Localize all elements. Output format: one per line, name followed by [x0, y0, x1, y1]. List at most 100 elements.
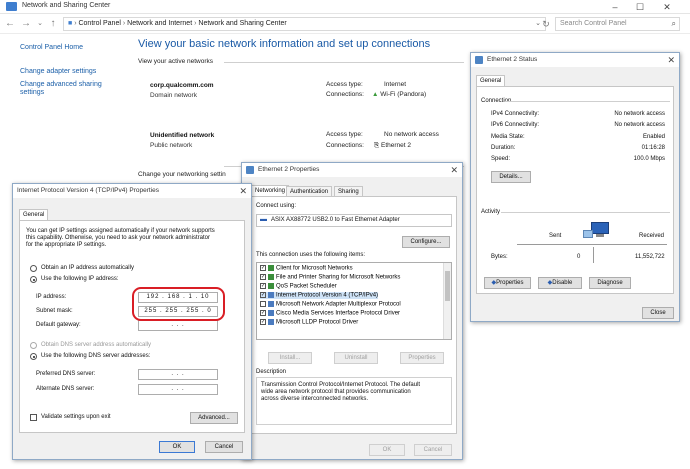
- qos-icon: [268, 283, 274, 289]
- validate-checkbox[interactable]: [30, 414, 37, 421]
- forward-arrow-icon[interactable]: →: [20, 17, 32, 31]
- checkbox[interactable]: ✓: [260, 310, 266, 316]
- disable-button[interactable]: ◆Disable: [538, 277, 582, 289]
- alternate-dns-field[interactable]: . . .: [138, 384, 218, 395]
- ipv4-connectivity-label: IPv4 Connectivity:: [491, 111, 540, 117]
- network-2-type: Public network: [150, 142, 193, 149]
- address-bar[interactable]: ■ › Control Panel › Network and Internet…: [63, 17, 546, 31]
- list-item-ipv4[interactable]: ✓ Internet Protocol Version 4 (TCP/IPv4): [260, 292, 379, 299]
- list-item[interactable]: ✓ File and Printer Sharing for Microsoft …: [260, 274, 400, 281]
- breadcrumb-network-internet[interactable]: Network and Internet: [127, 20, 192, 27]
- checkbox[interactable]: ✓: [260, 274, 266, 280]
- list-item[interactable]: Microsoft Network Adapter Multiplexor Pr…: [260, 301, 401, 308]
- sent-label: Sent: [549, 233, 562, 239]
- preferred-dns-label: Preferred DNS server:: [36, 371, 96, 377]
- general-pane: You can get IP settings assigned automat…: [19, 220, 245, 433]
- scrollbar-thumb[interactable]: [445, 271, 450, 301]
- use-dns-label[interactable]: Use the following DNS server addresses:: [41, 353, 150, 359]
- duration-label: Duration:: [491, 145, 516, 151]
- wifi-connection-link[interactable]: ▲ Wi-Fi (Pandora): [372, 91, 426, 98]
- access-label: Access type:: [326, 131, 363, 138]
- close-icon[interactable]: ✕: [667, 53, 675, 67]
- configure-button[interactable]: Configure...: [402, 236, 450, 248]
- gateway-field[interactable]: . . .: [138, 320, 218, 331]
- checkbox[interactable]: [260, 301, 266, 307]
- maximize-button[interactable]: ☐: [630, 1, 650, 13]
- close-icon[interactable]: ✕: [450, 163, 458, 177]
- wifi-icon: ▲: [372, 91, 379, 98]
- main-title-bar: Network and Sharing Center – ☐ ✕: [0, 0, 690, 14]
- back-arrow-icon[interactable]: ←: [4, 17, 16, 31]
- sidebar-change-adapter[interactable]: Change adapter settings: [20, 68, 96, 76]
- network-2-name: Unidentified network: [150, 132, 215, 139]
- uninstall-button[interactable]: Uninstall: [334, 352, 378, 364]
- breadcrumb-control-panel[interactable]: Control Panel: [78, 20, 120, 27]
- obtain-ip-radio[interactable]: [30, 265, 37, 272]
- breadcrumb-sharing-center[interactable]: Network and Sharing Center: [198, 20, 286, 27]
- bytes-label: Bytes:: [491, 254, 508, 260]
- intro-text: this capability. Otherwise, you need to …: [26, 235, 210, 241]
- checkbox[interactable]: ✓: [260, 265, 266, 271]
- list-item[interactable]: ✓ Client for Microsoft Networks: [260, 265, 353, 272]
- props-ok-button[interactable]: OK: [369, 444, 405, 456]
- obtain-ip-label[interactable]: Obtain an IP address automatically: [41, 265, 134, 271]
- up-arrow-icon[interactable]: ↑: [47, 17, 59, 31]
- intro-text: for the appropriate IP settings.: [26, 242, 107, 248]
- sidebar-advanced-sharing[interactable]: Change advanced sharing: [20, 81, 102, 89]
- advanced-button[interactable]: Advanced...: [190, 412, 238, 424]
- media-state-label: Media State:: [491, 134, 525, 140]
- ethernet-icon: ⎘: [374, 142, 380, 149]
- ipv6-connectivity-label: IPv6 Connectivity:: [491, 122, 540, 128]
- ipv4-title-bar: Internet Protocol Version 4 (TCP/IPv4) P…: [13, 184, 251, 198]
- obtain-dns-radio[interactable]: [30, 342, 37, 349]
- connect-using-label: Connect using:: [256, 203, 297, 209]
- network-icon: [246, 166, 254, 174]
- active-networks-label: View your active networks: [138, 58, 214, 65]
- status-close-button[interactable]: Close: [642, 307, 674, 319]
- ipv6-connectivity-value: No network access: [614, 122, 665, 128]
- list-item[interactable]: ✓ Microsoft LLDP Protocol Driver: [260, 319, 358, 326]
- close-icon[interactable]: ✕: [239, 184, 247, 198]
- recent-dropdown-icon[interactable]: ⌄: [34, 17, 46, 31]
- ethernet-properties-dialog: Ethernet 2 Properties ✕ Networking Authe…: [241, 162, 463, 460]
- status-properties-button[interactable]: ◆Properties: [484, 277, 531, 289]
- speed-value: 100.0 Mbps: [633, 156, 665, 162]
- access-value: Internet: [384, 81, 407, 88]
- divider: [517, 244, 667, 245]
- obtain-dns-label[interactable]: Obtain DNS server address automatically: [41, 342, 151, 348]
- scrollbar[interactable]: [443, 263, 451, 339]
- preferred-dns-field[interactable]: . . .: [138, 369, 218, 380]
- list-item[interactable]: ✓ Cisco Media Services Interface Protocol…: [260, 310, 400, 317]
- diagnose-button[interactable]: Diagnose: [589, 277, 631, 289]
- cancel-button[interactable]: Cancel: [205, 441, 243, 453]
- sidebar-advanced-sharing-2[interactable]: settings: [20, 89, 44, 97]
- refresh-icon[interactable]: ↻: [540, 17, 552, 31]
- use-ip-label[interactable]: Use the following IP address:: [41, 276, 119, 282]
- checkbox[interactable]: ✓: [260, 319, 266, 325]
- intro-text: You can get IP settings assigned automat…: [26, 228, 215, 234]
- search-input[interactable]: Search Control Panel ⌕: [555, 17, 680, 31]
- divider: [593, 247, 594, 263]
- dialog-title: Internet Protocol Version 4 (TCP/IPv4) P…: [17, 187, 159, 194]
- ok-button[interactable]: OK: [159, 441, 195, 453]
- validate-label[interactable]: Validate settings upon exit: [41, 414, 111, 420]
- change-settings-label: Change your networking settin: [138, 171, 226, 178]
- checkbox[interactable]: ✓: [260, 292, 266, 298]
- ipv4-properties-dialog: Internet Protocol Version 4 (TCP/IPv4) P…: [12, 183, 252, 460]
- checkbox[interactable]: ✓: [260, 283, 266, 289]
- ethernet-connection-link[interactable]: ⎘ Ethernet 2: [374, 142, 411, 150]
- use-dns-radio[interactable]: [30, 353, 37, 360]
- item-properties-button[interactable]: Properties: [400, 352, 444, 364]
- install-button[interactable]: Install...: [268, 352, 312, 364]
- connections-label: Connections:: [326, 142, 364, 149]
- alternate-dns-label: Alternate DNS server:: [36, 386, 95, 392]
- minimize-button[interactable]: –: [605, 1, 625, 13]
- description-text: across diverse interconnected networks.: [261, 396, 369, 402]
- list-item[interactable]: ✓ QoS Packet Scheduler: [260, 283, 337, 290]
- props-cancel-button[interactable]: Cancel: [414, 444, 452, 456]
- use-ip-radio[interactable]: [30, 276, 37, 283]
- details-button[interactable]: Details...: [491, 171, 531, 183]
- close-button[interactable]: ✕: [657, 1, 677, 13]
- sidebar-control-panel-home[interactable]: Control Panel Home: [20, 44, 83, 52]
- adapter-name: ASIX AX88772 USB2.0 to Fast Ethernet Ada…: [271, 217, 400, 223]
